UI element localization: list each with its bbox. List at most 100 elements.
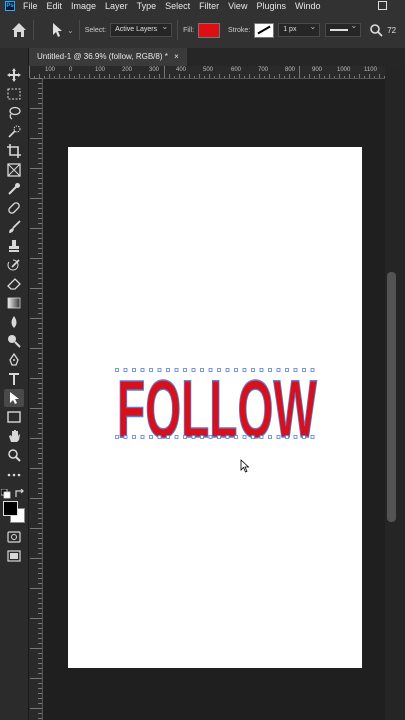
anchor-point[interactable] [166,435,170,439]
anchor-point[interactable] [183,368,187,372]
anchor-point[interactable] [174,435,179,439]
anchor-point[interactable] [251,435,255,439]
menu-edit[interactable]: Edit [47,1,63,11]
dodge-tool-icon[interactable] [4,332,24,350]
home-icon[interactable] [10,21,28,39]
stroke-line-style-dropdown[interactable] [325,21,362,37]
anchor-point[interactable] [149,368,153,372]
fill-color-swatch[interactable] [198,22,221,38]
anchor-point[interactable] [115,368,119,372]
move-tool-icon[interactable] [4,66,24,84]
menu-image[interactable]: Image [71,1,96,11]
menu-layer[interactable]: Layer [105,1,128,11]
anchor-point[interactable] [157,368,162,372]
anchor-point[interactable] [225,368,230,372]
select-dropdown[interactable]: Active Layers [110,21,173,37]
eraser-tool-icon[interactable] [4,275,24,293]
quick-mask-icon[interactable] [4,528,24,546]
follow-text-layer[interactable]: FOLLOW [112,366,322,442]
anchor-point[interactable] [174,368,179,372]
crop-tool-icon[interactable] [4,142,24,160]
vertical-ruler[interactable] [29,78,43,720]
foreground-color-swatch[interactable] [3,501,18,516]
anchor-point[interactable] [259,435,264,439]
menu-type[interactable]: Type [137,1,157,11]
vertical-scrollbar-thumb[interactable] [387,272,396,522]
anchor-point[interactable] [276,368,281,372]
path-selection-tool-icon[interactable] [4,389,24,407]
anchor-point[interactable] [310,435,315,439]
rectangle-tool-icon[interactable] [4,408,24,426]
screen-mode-icon[interactable] [4,547,24,565]
tab-untitled-1[interactable]: Untitled-1 @ 36.9% (follow, RGB/8) * × [29,48,187,66]
anchor-point[interactable] [132,435,136,439]
frame-tool-icon[interactable] [4,161,24,179]
anchor-point[interactable] [123,435,128,439]
anchor-point[interactable] [217,435,221,439]
eyedropper-tool-icon[interactable] [4,180,24,198]
menu-select[interactable]: Select [165,1,190,11]
anchor-point[interactable] [208,368,213,372]
hand-tool-icon[interactable] [4,427,24,445]
anchor-point[interactable] [132,368,136,372]
anchor-point[interactable] [149,435,153,439]
anchor-point[interactable] [285,435,289,439]
close-tab-icon[interactable]: × [174,52,179,61]
anchor-point[interactable] [191,368,196,372]
anchor-point[interactable] [268,368,272,372]
anchor-point[interactable] [242,435,247,439]
anchor-point[interactable] [293,435,298,439]
tool-preset-chevron-icon[interactable]: ⌄ [67,26,74,35]
anchor-point[interactable] [115,435,119,439]
horizontal-ruler[interactable]: 100 0 100 200 300 400 500 600 700 800 90… [29,66,385,79]
anchor-point[interactable] [310,368,315,372]
object-selection-tool-icon[interactable] [4,123,24,141]
anchor-point[interactable] [302,435,306,439]
pen-tool-icon[interactable] [4,351,24,369]
anchor-point[interactable] [293,368,298,372]
history-brush-tool-icon[interactable] [4,256,24,274]
anchor-point[interactable] [242,368,247,372]
anchor-point[interactable] [285,368,289,372]
blur-tool-icon[interactable] [4,313,24,331]
search-icon[interactable] [369,23,383,37]
ruler-tick [38,568,42,569]
anchor-point[interactable] [302,368,306,372]
anchor-point[interactable] [157,435,162,439]
healing-brush-tool-icon[interactable] [4,199,24,217]
anchor-point[interactable] [191,435,196,439]
stroke-width-field[interactable]: 1 px [278,21,321,37]
anchor-point[interactable] [183,435,187,439]
clone-stamp-tool-icon[interactable] [4,237,24,255]
anchor-point[interactable] [123,368,128,372]
anchor-point[interactable] [276,435,281,439]
brush-tool-icon[interactable] [4,218,24,236]
anchor-point[interactable] [225,435,230,439]
menu-view[interactable]: View [228,1,247,11]
anchor-point[interactable] [217,368,221,372]
window-restore-icon[interactable] [378,1,387,10]
anchor-point[interactable] [268,435,272,439]
anchor-point[interactable] [166,368,170,372]
anchor-point[interactable] [200,435,204,439]
menu-file[interactable]: File [23,1,38,11]
path-selection-icon[interactable] [49,22,65,38]
anchor-point[interactable] [208,435,213,439]
anchor-point[interactable] [259,368,264,372]
anchor-point[interactable] [140,435,145,439]
menu-filter[interactable]: Filter [199,1,219,11]
gradient-tool-icon[interactable] [4,294,24,312]
anchor-point[interactable] [251,368,255,372]
lasso-tool-icon[interactable] [4,104,24,122]
anchor-point[interactable] [140,368,145,372]
more-tools-icon[interactable] [4,466,24,484]
zoom-tool-icon[interactable] [4,446,24,464]
type-tool-icon[interactable] [4,370,24,388]
anchor-point[interactable] [200,368,204,372]
anchor-point[interactable] [234,368,238,372]
marquee-tool-icon[interactable] [4,85,24,103]
menu-plugins[interactable]: Plugins [256,1,286,11]
menu-window[interactable]: Windo [295,1,321,11]
stroke-color-swatch[interactable] [254,22,275,38]
anchor-point[interactable] [234,435,238,439]
